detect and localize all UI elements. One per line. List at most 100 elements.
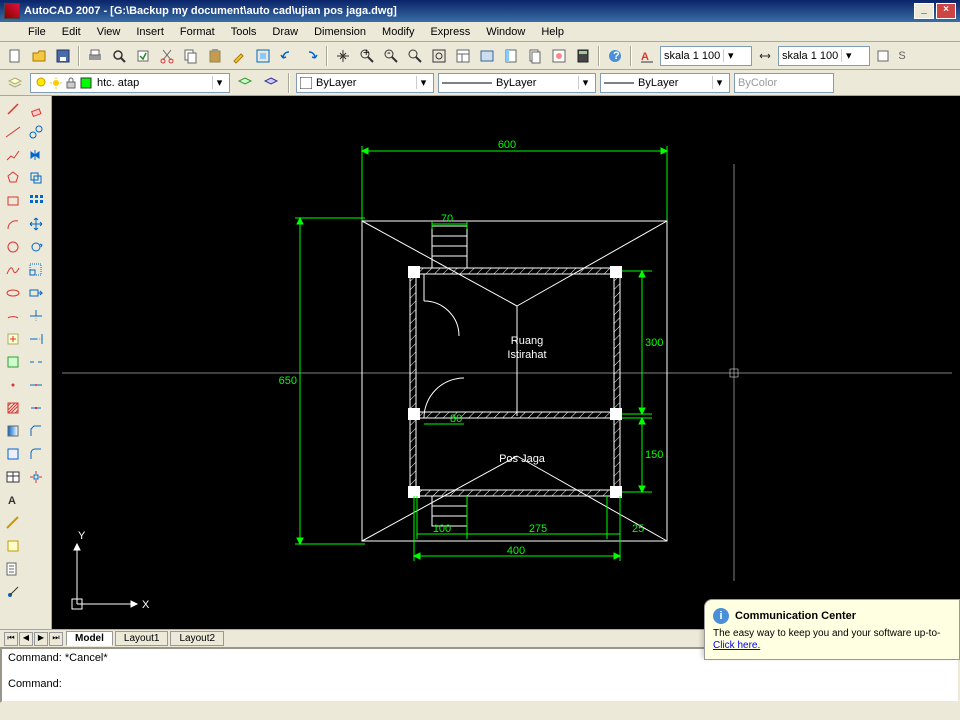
insert-block-tool[interactable] — [2, 328, 24, 350]
calc-button[interactable] — [572, 45, 594, 67]
chamfer-tool[interactable] — [25, 420, 47, 442]
list-tool[interactable] — [2, 558, 24, 580]
menu-insert[interactable]: Insert — [128, 24, 172, 40]
rotate-tool[interactable] — [25, 236, 47, 258]
plotstyle-combo[interactable]: ByColor — [734, 73, 834, 93]
publish-button[interactable] — [132, 45, 154, 67]
ellipse-tool[interactable] — [2, 282, 24, 304]
comm-link[interactable]: Click here. — [713, 640, 760, 651]
dimstyle2-icon[interactable] — [754, 45, 776, 67]
trim-tool[interactable] — [25, 305, 47, 327]
copy-tool[interactable] — [25, 121, 47, 143]
tab-layout2[interactable]: Layout2 — [170, 631, 224, 646]
dimstyle-icon[interactable]: A — [636, 45, 658, 67]
help-button[interactable]: ? — [604, 45, 626, 67]
tab-last-button[interactable]: ⏭ — [49, 632, 63, 646]
dimscale2-combo[interactable]: skala 1 100▾ — [778, 46, 870, 66]
xline-tool[interactable] — [2, 121, 24, 143]
menu-view[interactable]: View — [89, 24, 129, 40]
menu-file[interactable]: File — [20, 24, 54, 40]
lineweight-combo[interactable]: ByLayer ▾ — [600, 73, 730, 93]
dc-button[interactable] — [476, 45, 498, 67]
layer-states-button[interactable] — [260, 72, 282, 94]
layer-combo[interactable]: htc. atap ▾ — [30, 73, 230, 93]
array-tool[interactable] — [25, 190, 47, 212]
tab-next-button[interactable]: ▶ — [34, 632, 48, 646]
pan-button[interactable] — [332, 45, 354, 67]
tab-prev-button[interactable]: ◀ — [19, 632, 33, 646]
rect-tool[interactable] — [2, 190, 24, 212]
close-button[interactable]: × — [936, 3, 956, 19]
area-tool[interactable] — [2, 535, 24, 557]
break-tool[interactable] — [25, 351, 47, 373]
save-button[interactable] — [52, 45, 74, 67]
menu-tools[interactable]: Tools — [223, 24, 265, 40]
block-editor-button[interactable] — [252, 45, 274, 67]
explode-tool[interactable] — [25, 466, 47, 488]
tab-layout1[interactable]: Layout1 — [115, 631, 169, 646]
mtext-tool[interactable]: A — [2, 489, 24, 511]
tab-model[interactable]: Model — [66, 631, 113, 646]
dimscale1-combo[interactable]: skala 1 100▾ — [660, 46, 752, 66]
layer-manager-button[interactable] — [4, 72, 26, 94]
region-tool[interactable] — [2, 443, 24, 465]
zoom-realtime-button[interactable]: + — [356, 45, 378, 67]
menu-express[interactable]: Express — [422, 24, 478, 40]
dim-override-button[interactable] — [872, 45, 894, 67]
move-tool[interactable] — [25, 213, 47, 235]
menu-draw[interactable]: Draw — [264, 24, 306, 40]
paste-button[interactable] — [204, 45, 226, 67]
menu-window[interactable]: Window — [478, 24, 533, 40]
offset-tool[interactable] — [25, 167, 47, 189]
cut-button[interactable] — [156, 45, 178, 67]
matchprop-button[interactable] — [228, 45, 250, 67]
menu-edit[interactable]: Edit — [54, 24, 89, 40]
hatch-tool[interactable] — [2, 397, 24, 419]
mirror-tool[interactable] — [25, 144, 47, 166]
stretch-tool[interactable] — [25, 282, 47, 304]
redo-button[interactable] — [300, 45, 322, 67]
fillet-tool[interactable] — [25, 443, 47, 465]
toolbar-overflow[interactable]: S — [896, 50, 908, 62]
arc-tool[interactable] — [2, 213, 24, 235]
menu-help[interactable]: Help — [533, 24, 572, 40]
color-combo[interactable]: ByLayer ▾ — [296, 73, 434, 93]
make-block-tool[interactable] — [2, 351, 24, 373]
gradient-tool[interactable] — [2, 420, 24, 442]
minimize-button[interactable]: _ — [914, 3, 934, 19]
dist-tool[interactable] — [2, 512, 24, 534]
table-tool[interactable] — [2, 466, 24, 488]
id-tool[interactable] — [2, 581, 24, 603]
preview-button[interactable] — [108, 45, 130, 67]
zoom-previous-button[interactable] — [404, 45, 426, 67]
spline-tool[interactable] — [2, 259, 24, 281]
print-button[interactable] — [84, 45, 106, 67]
line-tool[interactable] — [2, 98, 24, 120]
polygon-tool[interactable] — [2, 167, 24, 189]
circle-tool[interactable] — [2, 236, 24, 258]
break-at-tool[interactable] — [25, 374, 47, 396]
menu-modify[interactable]: Modify — [374, 24, 422, 40]
drawing-canvas[interactable]: 600 — [52, 96, 960, 629]
point-tool[interactable] — [2, 374, 24, 396]
erase-tool[interactable] — [25, 98, 47, 120]
new-button[interactable] — [4, 45, 26, 67]
undo-button[interactable] — [276, 45, 298, 67]
extend-tool[interactable] — [25, 328, 47, 350]
scale-tool[interactable] — [25, 259, 47, 281]
linetype-combo[interactable]: ByLayer ▾ — [438, 73, 596, 93]
properties-button[interactable] — [452, 45, 474, 67]
toolpalette-button[interactable] — [500, 45, 522, 67]
ellipse-arc-tool[interactable] — [2, 305, 24, 327]
layer-previous-button[interactable] — [234, 72, 256, 94]
markup-button[interactable] — [548, 45, 570, 67]
sheetset-button[interactable] — [524, 45, 546, 67]
tab-first-button[interactable]: ⏮ — [4, 632, 18, 646]
zoom-extents-button[interactable] — [428, 45, 450, 67]
join-tool[interactable] — [25, 397, 47, 419]
open-button[interactable] — [28, 45, 50, 67]
pline-tool[interactable] — [2, 144, 24, 166]
menu-dimension[interactable]: Dimension — [306, 24, 374, 40]
menu-format[interactable]: Format — [172, 24, 223, 40]
zoom-window-button[interactable]: - — [380, 45, 402, 67]
